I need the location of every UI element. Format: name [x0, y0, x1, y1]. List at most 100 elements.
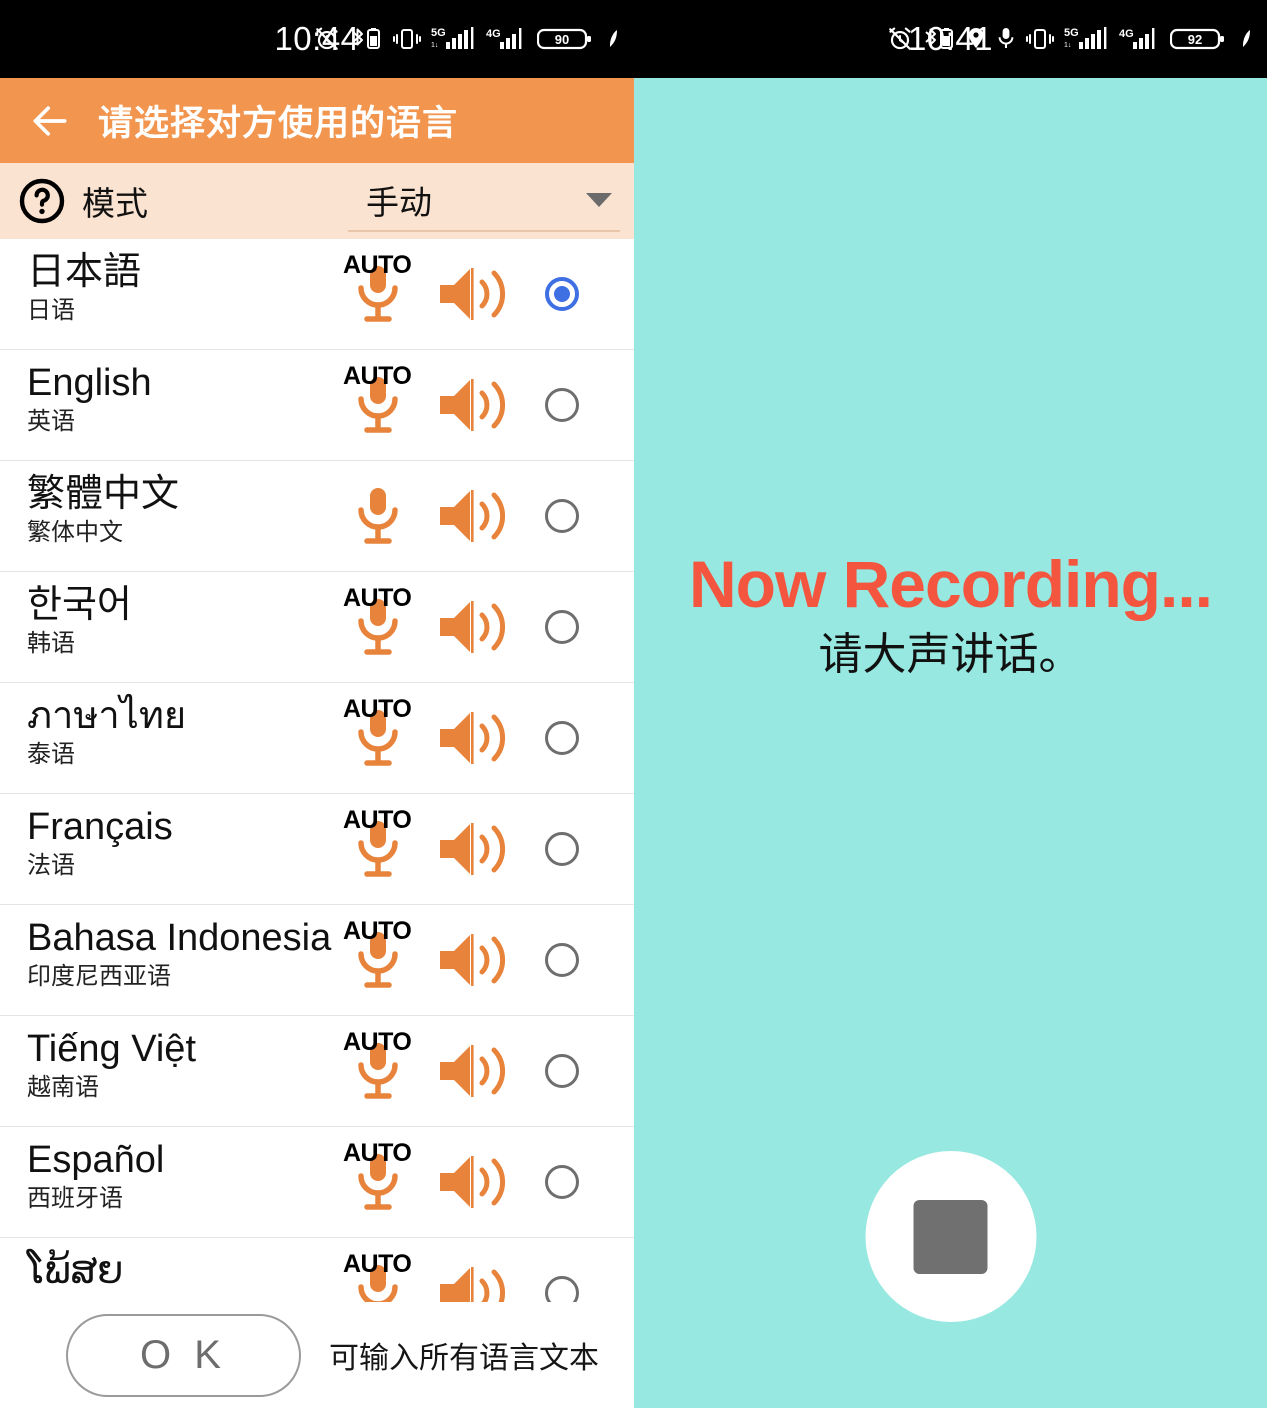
- language-native-name: English: [27, 362, 152, 404]
- stop-recording-button[interactable]: [865, 1151, 1036, 1322]
- language-names: ໂພ້ສຍ: [27, 1249, 327, 1296]
- help-circle-icon[interactable]: [18, 177, 66, 225]
- language-radio[interactable]: [545, 1165, 579, 1199]
- left-status-bar: 10:44 5G 1↓ 4G 90: [0, 0, 634, 78]
- language-radio[interactable]: [545, 610, 579, 644]
- vibrate-icon: [393, 29, 421, 49]
- language-chinese-name: 日语: [27, 296, 75, 324]
- recording-screen: Now Recording... 请大声讲话。: [634, 78, 1267, 1408]
- chevron-down-icon: [586, 192, 612, 207]
- language-speaker-button[interactable]: [436, 1151, 516, 1213]
- language-radio[interactable]: [545, 943, 579, 977]
- mode-dropdown[interactable]: 手动: [348, 169, 620, 232]
- battery-icon: 90: [537, 28, 591, 50]
- language-row[interactable]: Bahasa Indonesia 印度尼西亚语 AUTO: [0, 905, 634, 1016]
- language-speaker-button[interactable]: [436, 374, 516, 436]
- stop-square-icon: [913, 1199, 988, 1274]
- language-row[interactable]: ໂພ້ສຍ AUTO: [0, 1238, 634, 1302]
- mode-bar: 模式 手动: [0, 163, 634, 239]
- language-mic-button[interactable]: AUTO: [343, 253, 412, 332]
- language-native-name: Tiếng Việt: [27, 1028, 196, 1070]
- language-row[interactable]: English 英语 AUTO: [0, 350, 634, 461]
- language-radio[interactable]: [545, 388, 579, 422]
- location-icon: [969, 28, 983, 48]
- language-speaker-button[interactable]: [436, 1262, 516, 1302]
- ok-button[interactable]: O K: [66, 1313, 301, 1397]
- language-native-name: ภาษาไทย: [27, 695, 187, 737]
- language-row[interactable]: 한국어 韩语 AUTO: [0, 572, 634, 683]
- status-icon-group-right: 5G 1↓ 4G 92: [887, 0, 1255, 78]
- bluetooth-battery-icon: [925, 28, 953, 49]
- recording-title: Now Recording...: [688, 547, 1213, 621]
- language-row[interactable]: 繁體中文 繁体中文: [0, 461, 634, 572]
- language-radio[interactable]: [545, 1054, 579, 1088]
- language-chinese-name: 法语: [27, 851, 75, 879]
- mode-label: 模式: [82, 185, 148, 222]
- svg-text:4G: 4G: [1119, 28, 1134, 40]
- language-row[interactable]: Français 法语 AUTO: [0, 794, 634, 905]
- language-mic-button[interactable]: AUTO: [343, 919, 412, 998]
- alarm-off-icon: [316, 27, 338, 50]
- bluetooth-battery-icon: [352, 28, 380, 49]
- auto-badge: AUTO: [343, 1028, 412, 1056]
- language-radio[interactable]: [545, 721, 579, 755]
- language-mic-button[interactable]: AUTO: [343, 1141, 412, 1220]
- language-native-name: Español: [27, 1139, 165, 1181]
- svg-text:5G: 5G: [1064, 27, 1079, 39]
- language-radio[interactable]: [545, 832, 579, 866]
- language-speaker-button[interactable]: [436, 485, 516, 547]
- language-speaker-button[interactable]: [436, 818, 516, 880]
- 4g-signal-icon: 4G: [1119, 28, 1155, 49]
- language-native-name: 日本語: [27, 251, 142, 293]
- language-chinese-name: 印度尼西亚语: [27, 962, 171, 990]
- language-row[interactable]: Español 西班牙语 AUTO: [0, 1127, 634, 1238]
- language-row[interactable]: ภาษาไทย 泰语 AUTO: [0, 683, 634, 794]
- mode-value: 手动: [366, 183, 432, 221]
- language-mic-button[interactable]: AUTO: [343, 806, 412, 887]
- language-mic-button[interactable]: [346, 478, 410, 554]
- recording-subtitle: 请大声讲话。: [818, 630, 1083, 680]
- 5g-signal-icon: 5G 1↓: [431, 27, 474, 49]
- alarm-off-icon: [889, 27, 911, 50]
- language-names: 한국어 韩语: [27, 583, 327, 659]
- language-list[interactable]: 日本語 日语 AUTO English 英语 AUTO 繁體中文 繁体中文 한국어 韩语 AUTO ภ…: [0, 239, 634, 1302]
- leaf-icon: [1242, 30, 1250, 47]
- battery-percent-left: 90: [555, 32, 569, 47]
- dual-screenshot: 10:44 5G 1↓ 4G 90 请选择对方使用的语言 模式 手动 日本語 日…: [0, 0, 1267, 1408]
- language-radio[interactable]: [545, 499, 579, 533]
- auto-badge: AUTO: [343, 362, 412, 390]
- language-mic-button[interactable]: AUTO: [343, 584, 412, 665]
- recording-text-block: Now Recording... 请大声讲话。: [634, 547, 1267, 680]
- language-speaker-button[interactable]: [436, 1040, 516, 1102]
- language-speaker-button[interactable]: [436, 263, 516, 325]
- language-mic-button[interactable]: AUTO: [343, 697, 412, 776]
- language-mic-button[interactable]: AUTO: [343, 362, 412, 443]
- svg-text:4G: 4G: [486, 28, 501, 40]
- language-chinese-name: 韩语: [27, 629, 75, 657]
- language-mic-button[interactable]: AUTO: [343, 1250, 412, 1302]
- auto-badge: AUTO: [343, 806, 412, 834]
- language-speaker-button[interactable]: [436, 929, 516, 991]
- leaf-icon: [609, 30, 617, 47]
- language-speaker-button[interactable]: [436, 596, 516, 658]
- language-native-name: ໂພ້ສຍ: [27, 1250, 124, 1292]
- language-mic-button[interactable]: AUTO: [343, 1028, 412, 1109]
- battery-percent-right: 92: [1188, 32, 1202, 47]
- language-chinese-name: 越南语: [27, 1073, 99, 1101]
- language-radio[interactable]: [545, 1276, 579, 1302]
- auto-badge: AUTO: [343, 584, 412, 612]
- back-arrow-icon[interactable]: [28, 99, 72, 143]
- language-speaker-button[interactable]: [436, 707, 516, 769]
- language-row[interactable]: Tiếng Việt 越南语 AUTO: [0, 1016, 634, 1127]
- svg-text:1↓: 1↓: [431, 42, 438, 49]
- language-native-name: Français: [27, 806, 173, 848]
- language-names: Tiếng Việt 越南语: [27, 1027, 327, 1103]
- language-radio[interactable]: [545, 277, 579, 311]
- auto-badge: AUTO: [343, 1250, 412, 1278]
- language-names: Español 西班牙语: [27, 1138, 327, 1214]
- language-names: Bahasa Indonesia 印度尼西亚语: [27, 916, 331, 992]
- language-row[interactable]: 日本語日语 AUTO: [0, 239, 634, 350]
- status-icon-group: 5G 1↓ 4G 90: [314, 0, 622, 78]
- language-chinese-name: 泰语: [27, 740, 75, 768]
- language-names: English 英语: [27, 361, 327, 437]
